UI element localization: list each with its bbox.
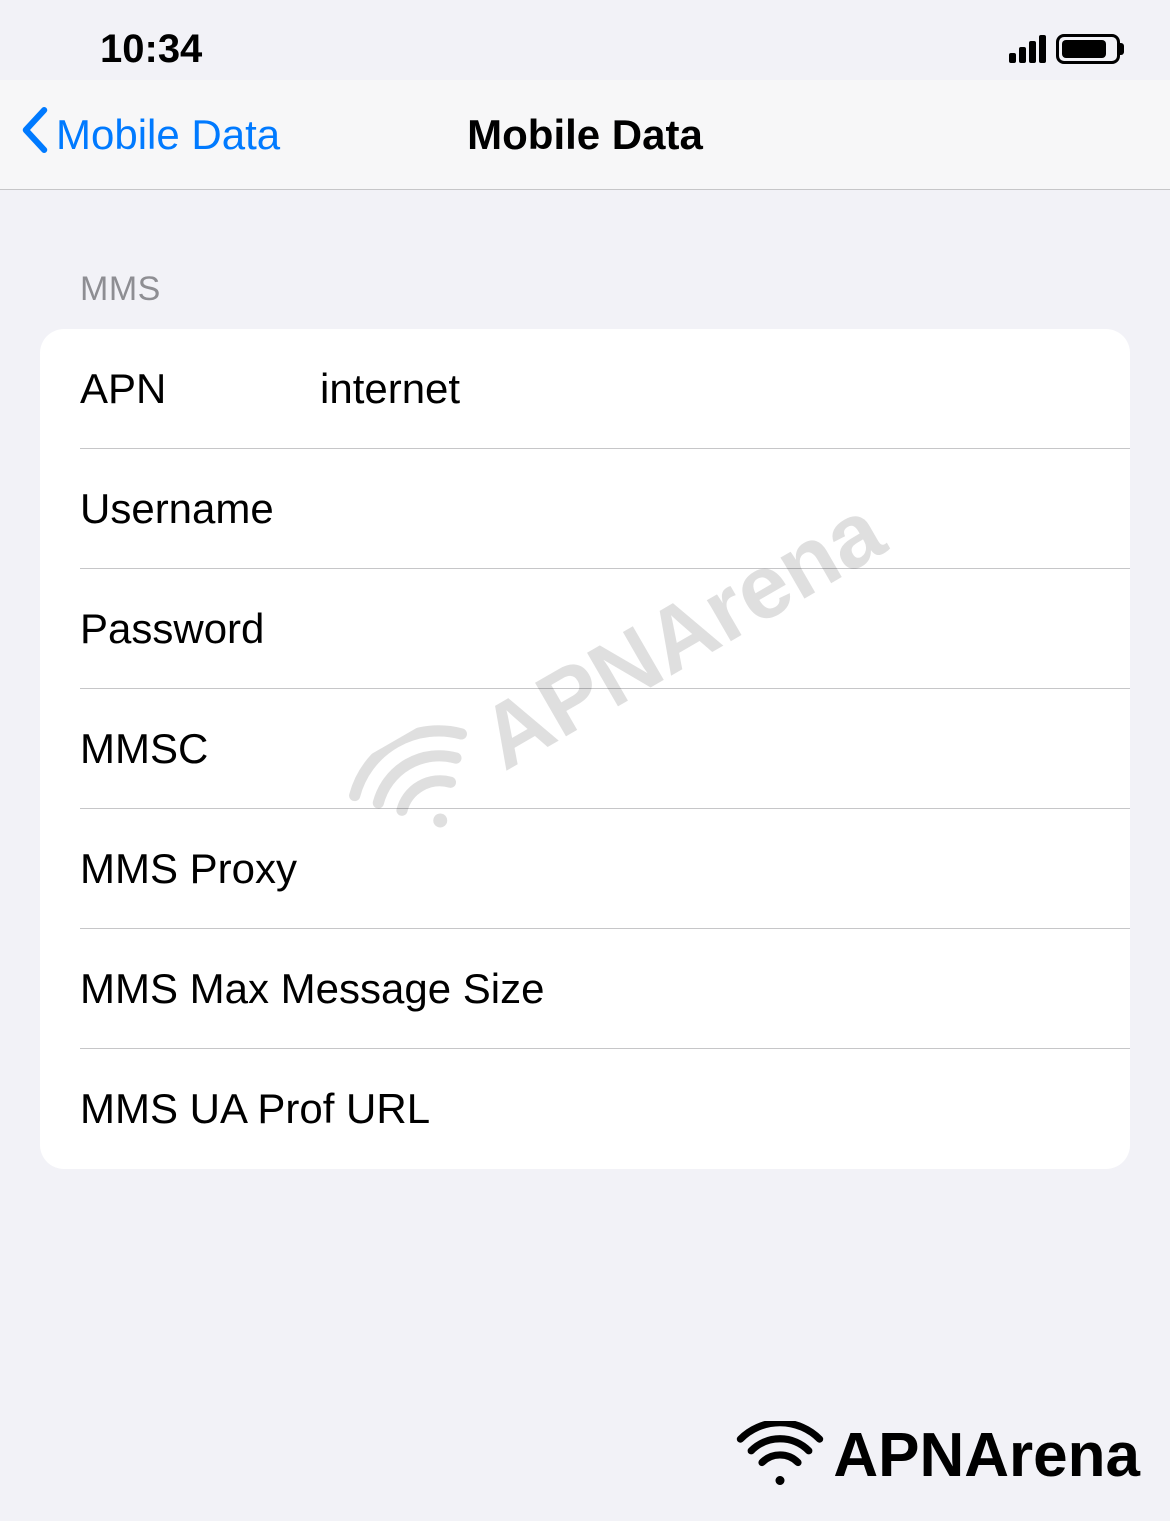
battery-icon [1056, 34, 1120, 64]
username-input[interactable] [320, 485, 1090, 533]
username-label: Username [80, 485, 320, 533]
mmsc-row[interactable]: MMSC [40, 689, 1130, 809]
mms-proxy-row[interactable]: MMS Proxy [40, 809, 1130, 929]
nav-header: Mobile Data Mobile Data [0, 80, 1170, 190]
section-header-mms: MMS [40, 190, 1130, 329]
back-label: Mobile Data [56, 111, 280, 159]
wifi-icon [735, 1421, 825, 1491]
mms-proxy-input[interactable] [297, 845, 1090, 893]
mms-ua-prof-url-row[interactable]: MMS UA Prof URL [40, 1049, 1130, 1169]
username-row[interactable]: Username [40, 449, 1130, 569]
mms-max-size-row[interactable]: MMS Max Message Size [40, 929, 1130, 1049]
watermark-bottom-text: APNArena [833, 1420, 1140, 1491]
chevron-left-icon [20, 107, 50, 162]
status-time: 10:34 [100, 27, 202, 72]
apn-row[interactable]: APN [40, 329, 1130, 449]
mmsc-input[interactable] [320, 725, 1090, 773]
password-input[interactable] [320, 605, 1090, 653]
mms-max-size-input[interactable] [544, 965, 1090, 1013]
settings-group-mms: APN Username Password MMSC MMS Proxy MMS… [40, 329, 1130, 1169]
mms-ua-prof-url-label: MMS UA Prof URL [80, 1085, 430, 1133]
status-bar: 10:34 [0, 0, 1170, 80]
page-title: Mobile Data [467, 111, 703, 159]
mms-proxy-label: MMS Proxy [80, 845, 297, 893]
password-label: Password [80, 605, 320, 653]
password-row[interactable]: Password [40, 569, 1130, 689]
mms-max-size-label: MMS Max Message Size [80, 965, 544, 1013]
mms-ua-prof-url-input[interactable] [430, 1085, 1090, 1133]
apn-label: APN [80, 365, 320, 413]
status-indicators [1009, 34, 1120, 64]
back-button[interactable]: Mobile Data [0, 107, 280, 162]
content-area: MMS APN Username Password MMSC MMS Proxy [0, 190, 1170, 1169]
cellular-signal-icon [1009, 35, 1046, 63]
mmsc-label: MMSC [80, 725, 320, 773]
watermark-bottom: APNArena [735, 1420, 1140, 1491]
apn-input[interactable] [320, 365, 1090, 413]
